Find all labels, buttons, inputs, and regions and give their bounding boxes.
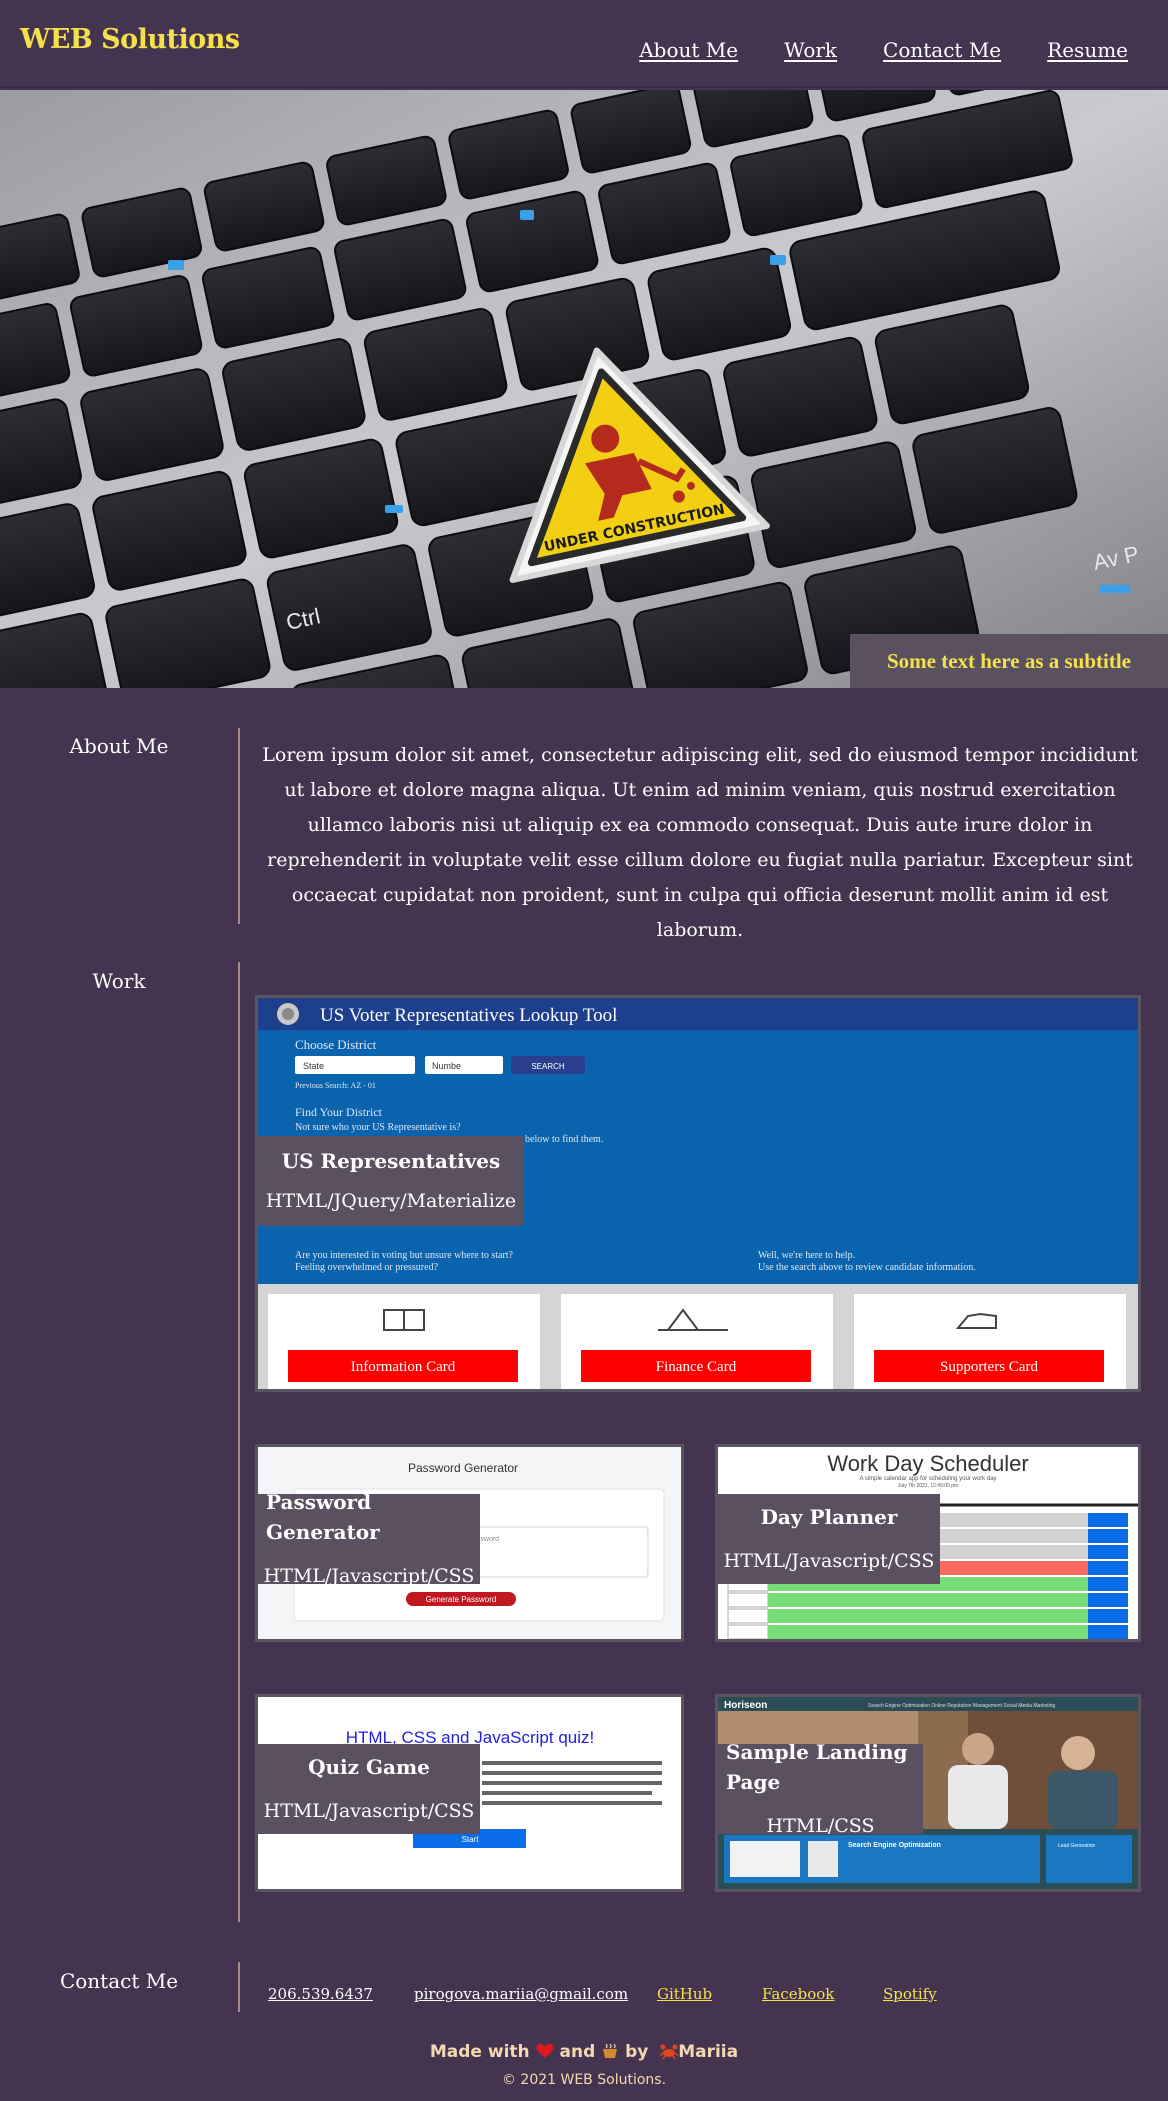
project-label: Password Generator HTML/Javascript/CSS — [258, 1490, 480, 1587]
svg-text:Not sure who your US Represent: Not sure who your US Representative is? — [295, 1122, 461, 1133]
svg-text:Horiseon: Horiseon — [724, 1700, 767, 1711]
svg-text:Work Day Scheduler: Work Day Scheduler — [827, 1451, 1028, 1476]
footer-made-with: Made with and by Mariia — [0, 2042, 1168, 2062]
spotify-link[interactable]: Spotify — [883, 1985, 937, 2003]
project-title: Quiz Game — [308, 1755, 430, 1779]
work-divider — [238, 962, 240, 1922]
svg-text:Previous Search: AZ - 01: Previous Search: AZ - 01 — [295, 1081, 376, 1090]
nav-link-work[interactable]: Work — [784, 38, 837, 62]
crab-icon — [660, 2044, 679, 2059]
project-title: Password Generator — [266, 1490, 380, 1544]
svg-text:Password Generator: Password Generator — [408, 1461, 518, 1475]
svg-text:Use the search above to review: Use the search above to review candidate… — [758, 1262, 976, 1273]
by-text: by — [625, 2042, 649, 2062]
svg-text:A simple calendar app for sche: A simple calendar app for scheduling you… — [859, 1476, 996, 1482]
svg-text:Lead Generation: Lead Generation — [1058, 1843, 1095, 1849]
svg-text:Finance Card: Finance Card — [656, 1359, 737, 1375]
project-title: Sample Landing Page — [726, 1740, 908, 1794]
email-link[interactable]: pirogova.mariia@gmail.com — [414, 1985, 628, 2003]
project-tech: HTML/CSS — [766, 1815, 875, 1837]
project-card-password-generator[interactable]: Password Generator assword Generate Pass… — [255, 1444, 684, 1642]
svg-text:July 7th 2021, 12:49:00 pm: July 7th 2021, 12:49:00 pm — [898, 1483, 958, 1489]
svg-text:Information Card: Information Card — [351, 1359, 456, 1375]
svg-text:Feeling overwhelmed or pressur: Feeling overwhelmed or pressured? — [295, 1262, 439, 1273]
svg-text:Choose District: Choose District — [295, 1037, 377, 1052]
project-title: Day Planner — [760, 1505, 898, 1529]
project-card-sample-landing-page[interactable]: Horiseon Search Engine Optimization Onli… — [715, 1694, 1141, 1892]
svg-text:Search Engine Optimization O: Search Engine Optimization Online Reputa… — [868, 1703, 1056, 1709]
svg-text:State: State — [303, 1061, 324, 1071]
svg-text:Search Engine Optimization: Search Engine Optimization — [848, 1842, 941, 1849]
project-tech: HTML/Javascript/CSS — [723, 1550, 935, 1572]
project-label: Sample Landing Page HTML/CSS — [718, 1740, 923, 1837]
project-tech: HTML/Javascript/CSS — [263, 1565, 475, 1587]
github-link[interactable]: GitHub — [657, 1985, 712, 2003]
nav-link-resume[interactable]: Resume — [1047, 38, 1128, 62]
about-text: Lorem ipsum dolor sit amet, consectetur … — [262, 744, 1138, 941]
about-section-label: About Me — [69, 734, 169, 758]
project-label: Day Planner HTML/Javascript/CSS — [718, 1494, 940, 1584]
svg-text:Numbe: Numbe — [432, 1061, 461, 1071]
project-tech: HTML/Javascript/CSS — [263, 1800, 475, 1822]
project-card-quiz-game[interactable]: HTML, CSS and JavaScript quiz! Start Qui… — [255, 1694, 684, 1892]
hero-image: Ctrl Fn Av P UNDER CONSTRUCTION — [0, 90, 1168, 688]
svg-text:Supporters Card: Supporters Card — [940, 1359, 1038, 1375]
main-nav: About Me Work Contact Me Resume — [639, 38, 1128, 62]
svg-text:below to find them.: below to find them. — [525, 1134, 603, 1145]
contact-section-label: Contact Me — [59, 1969, 179, 1993]
and-text: and — [559, 2042, 596, 2062]
phone-link[interactable]: 206.539.6437 — [268, 1985, 373, 2003]
coffee-icon — [603, 2043, 618, 2058]
svg-text:Well, we're here to help.: Well, we're here to help. — [758, 1250, 855, 1261]
heart-icon — [536, 2043, 554, 2058]
author-name: Mariia — [678, 2042, 739, 2062]
facebook-link[interactable]: Facebook — [762, 1985, 834, 2003]
svg-text:SEARCH: SEARCH — [531, 1062, 565, 1071]
project-label: Quiz Game HTML/Javascript/CSS — [258, 1744, 480, 1834]
svg-text:Start: Start — [462, 1835, 480, 1844]
svg-text:Find Your District: Find Your District — [295, 1105, 383, 1119]
site-brand[interactable]: WEB Solutions — [20, 24, 240, 55]
made-with-text: Made with — [429, 2042, 530, 2062]
nav-link-about[interactable]: About Me — [639, 38, 738, 62]
site-header: WEB Solutions About Me Work Contact Me R… — [0, 0, 1168, 88]
nav-link-contact[interactable]: Contact Me — [883, 38, 1001, 62]
work-section-label: Work — [92, 969, 146, 993]
hero-banner: Ctrl Fn Av P UNDER CONSTRUCTION Some tex… — [0, 90, 1168, 688]
about-divider — [238, 728, 240, 924]
svg-text:US Voter Representatives Looku: US Voter Representatives Lookup Tool — [320, 1005, 617, 1026]
project-card-day-planner[interactable]: Work Day Scheduler A simple calendar app… — [715, 1444, 1141, 1642]
project-label: US Representatives HTML/JQuery/Materiali… — [258, 1136, 524, 1226]
footer-copyright: © 2021 WEB Solutions. — [501, 2072, 667, 2088]
svg-text:Are you interested in voting b: Are you interested in voting but unsure … — [295, 1250, 514, 1261]
contact-divider — [238, 1962, 240, 2012]
project-title: US Representatives — [281, 1149, 501, 1173]
svg-text:Generate Password: Generate Password — [426, 1595, 497, 1604]
hero-subtitle: Some text here as a subtitle — [850, 634, 1168, 688]
project-tech: HTML/JQuery/Materialize — [265, 1190, 517, 1212]
project-card-us-representatives[interactable]: US Voter Representatives Lookup Tool Cho… — [255, 995, 1141, 1392]
